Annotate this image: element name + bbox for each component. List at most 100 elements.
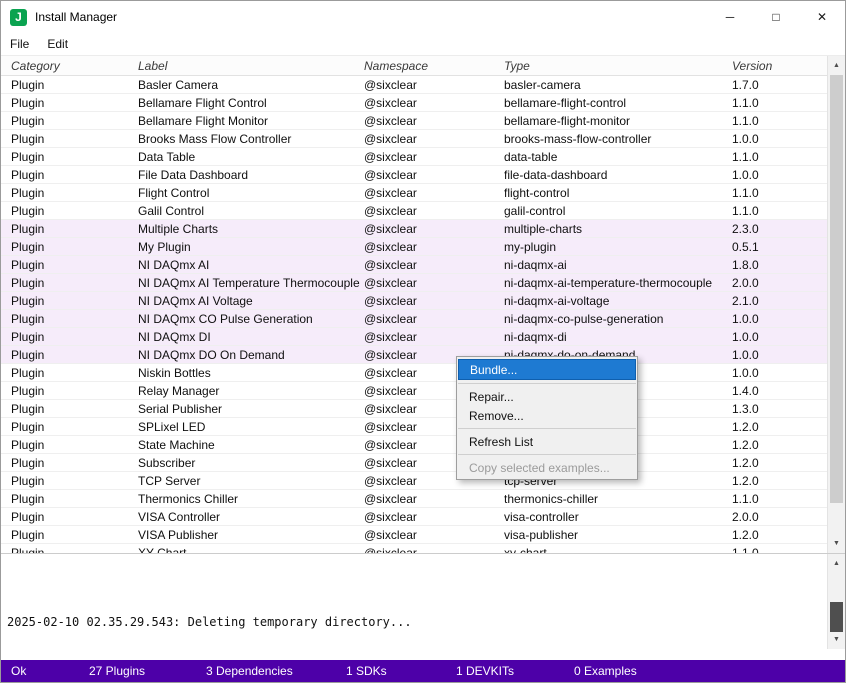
cell-label: Niskin Bottles bbox=[138, 366, 364, 380]
scroll-down-icon[interactable]: ▼ bbox=[828, 535, 845, 552]
cell-label: VISA Publisher bbox=[138, 528, 364, 542]
table-row[interactable]: PluginNI DAQmx AI@sixclearni-daqmx-ai1.8… bbox=[1, 256, 827, 274]
table-row[interactable]: PluginNI DAQmx DO On Demand@sixclearni-d… bbox=[1, 346, 827, 364]
column-header-type[interactable]: Type bbox=[504, 59, 732, 73]
menu-edit[interactable]: Edit bbox=[38, 33, 77, 55]
table-row[interactable]: PluginState Machine@sixclearstate-machin… bbox=[1, 436, 827, 454]
log-output: 2025-02-10 02.35.29.543: Deleting tempor… bbox=[1, 553, 845, 649]
scroll-up-icon[interactable]: ▲ bbox=[828, 555, 845, 572]
status-bar: Ok 27 Plugins 3 Dependencies 1 SDKs 1 DE… bbox=[1, 660, 845, 682]
table-row[interactable]: PluginFile Data Dashboard@sixclearfile-d… bbox=[1, 166, 827, 184]
cell-version: 1.2.0 bbox=[732, 528, 827, 542]
cell-version: 1.1.0 bbox=[732, 546, 827, 554]
cell-namespace: @sixclear bbox=[364, 222, 504, 236]
cell-category: Plugin bbox=[1, 366, 138, 380]
table-scrollbar[interactable]: ▲ ▼ bbox=[827, 56, 845, 553]
table-row[interactable]: PluginXY Chart@sixclearxy-chart1.1.0 bbox=[1, 544, 827, 553]
cell-namespace: @sixclear bbox=[364, 78, 504, 92]
cell-version: 1.0.0 bbox=[732, 348, 827, 362]
cell-label: Galil Control bbox=[138, 204, 364, 218]
cell-type: ni-daqmx-di bbox=[504, 330, 732, 344]
table-row[interactable]: PluginThermonics Chiller@sixclearthermon… bbox=[1, 490, 827, 508]
table-row[interactable]: PluginBrooks Mass Flow Controller@sixcle… bbox=[1, 130, 827, 148]
table-row[interactable]: PluginRelay Manager@sixclearrelay-manage… bbox=[1, 382, 827, 400]
cell-label: NI DAQmx CO Pulse Generation bbox=[138, 312, 364, 326]
cell-label: Subscriber bbox=[138, 456, 364, 470]
cell-label: Serial Publisher bbox=[138, 402, 364, 416]
cell-label: NI DAQmx DO On Demand bbox=[138, 348, 364, 362]
cell-type: data-table bbox=[504, 150, 732, 164]
scroll-up-icon[interactable]: ▲ bbox=[828, 57, 845, 74]
cell-category: Plugin bbox=[1, 132, 138, 146]
cell-version: 0.5.1 bbox=[732, 240, 827, 254]
cell-category: Plugin bbox=[1, 168, 138, 182]
cell-category: Plugin bbox=[1, 276, 138, 290]
table-row[interactable]: PluginMy Plugin@sixclearmy-plugin0.5.1 bbox=[1, 238, 827, 256]
minimize-button[interactable]: ─ bbox=[707, 1, 753, 33]
window-controls: ─ □ ✕ bbox=[707, 1, 845, 33]
table-row[interactable]: PluginNiskin Bottles@sixclearniskin-bott… bbox=[1, 364, 827, 382]
column-header-namespace[interactable]: Namespace bbox=[364, 59, 504, 73]
cell-category: Plugin bbox=[1, 474, 138, 488]
column-header-label[interactable]: Label bbox=[138, 59, 364, 73]
close-button[interactable]: ✕ bbox=[799, 1, 845, 33]
table-row[interactable]: PluginFlight Control@sixclearflight-cont… bbox=[1, 184, 827, 202]
log-line: 2025-02-10 02.35.29.543: Deleting tempor… bbox=[7, 607, 823, 637]
cell-label: TCP Server bbox=[138, 474, 364, 488]
menu-bar: File Edit bbox=[1, 33, 845, 55]
table-row[interactable]: PluginNI DAQmx AI Temperature Thermocoup… bbox=[1, 274, 827, 292]
cell-label: Flight Control bbox=[138, 186, 364, 200]
table-row[interactable]: PluginSPLixel LED@sixclearsplixel-led1.2… bbox=[1, 418, 827, 436]
table-row[interactable]: PluginTCP Server@sixcleartcp-server1.2.0 bbox=[1, 472, 827, 490]
scrollbar-thumb[interactable] bbox=[830, 602, 843, 632]
cell-type: basler-camera bbox=[504, 78, 732, 92]
table-row[interactable]: PluginNI DAQmx AI Voltage@sixclearni-daq… bbox=[1, 292, 827, 310]
menu-item-repair[interactable]: Repair... bbox=[457, 387, 637, 406]
table-row[interactable]: PluginBasler Camera@sixclearbasler-camer… bbox=[1, 76, 827, 94]
scrollbar-thumb[interactable] bbox=[830, 75, 843, 503]
cell-type: ni-daqmx-ai bbox=[504, 258, 732, 272]
table-row[interactable]: PluginMultiple Charts@sixclearmultiple-c… bbox=[1, 220, 827, 238]
column-header-version[interactable]: Version bbox=[732, 59, 827, 73]
window: J Install Manager ─ □ ✕ File Edit Catego… bbox=[0, 0, 846, 683]
menu-item-remove[interactable]: Remove... bbox=[457, 406, 637, 425]
table-row[interactable]: PluginBellamare Flight Control@sixclearb… bbox=[1, 94, 827, 112]
cell-category: Plugin bbox=[1, 204, 138, 218]
cell-type: visa-publisher bbox=[504, 528, 732, 542]
table-row[interactable]: PluginData Table@sixcleardata-table1.1.0 bbox=[1, 148, 827, 166]
menu-file[interactable]: File bbox=[1, 33, 38, 55]
plugin-table: Category Label Namespace Type Version Pl… bbox=[1, 55, 845, 553]
table-row[interactable]: PluginSerial Publisher@sixclearserial-pu… bbox=[1, 400, 827, 418]
cell-version: 1.1.0 bbox=[732, 492, 827, 506]
menu-item-bundle[interactable]: Bundle... bbox=[458, 359, 636, 380]
table-row[interactable]: PluginNI DAQmx CO Pulse Generation@sixcl… bbox=[1, 310, 827, 328]
cell-label: State Machine bbox=[138, 438, 364, 452]
table-row[interactable]: PluginBellamare Flight Monitor@sixclearb… bbox=[1, 112, 827, 130]
table-row[interactable]: PluginGalil Control@sixcleargalil-contro… bbox=[1, 202, 827, 220]
cell-label: File Data Dashboard bbox=[138, 168, 364, 182]
maximize-button[interactable]: □ bbox=[753, 1, 799, 33]
cell-version: 1.3.0 bbox=[732, 402, 827, 416]
scroll-down-icon[interactable]: ▼ bbox=[828, 631, 845, 648]
cell-label: Data Table bbox=[138, 150, 364, 164]
cell-namespace: @sixclear bbox=[364, 312, 504, 326]
cell-type: xy-chart bbox=[504, 546, 732, 554]
log-scrollbar[interactable]: ▲ ▼ bbox=[827, 554, 845, 649]
cell-type: flight-control bbox=[504, 186, 732, 200]
column-header-category[interactable]: Category bbox=[1, 59, 138, 73]
status-examples: 0 Examples bbox=[574, 664, 637, 678]
table-row[interactable]: PluginVISA Publisher@sixclearvisa-publis… bbox=[1, 526, 827, 544]
menu-item-refresh-list[interactable]: Refresh List bbox=[457, 432, 637, 451]
cell-label: VISA Controller bbox=[138, 510, 364, 524]
cell-category: Plugin bbox=[1, 384, 138, 398]
cell-namespace: @sixclear bbox=[364, 546, 504, 554]
table-body: PluginBasler Camera@sixclearbasler-camer… bbox=[1, 76, 827, 553]
cell-version: 2.1.0 bbox=[732, 294, 827, 308]
cell-category: Plugin bbox=[1, 510, 138, 524]
status-dependencies: 3 Dependencies bbox=[206, 664, 293, 678]
table-row[interactable]: PluginSubscriber@sixclearsubscriber1.2.0 bbox=[1, 454, 827, 472]
table-row[interactable]: PluginNI DAQmx DI@sixclearni-daqmx-di1.0… bbox=[1, 328, 827, 346]
cell-label: My Plugin bbox=[138, 240, 364, 254]
cell-version: 1.4.0 bbox=[732, 384, 827, 398]
table-row[interactable]: PluginVISA Controller@sixclearvisa-contr… bbox=[1, 508, 827, 526]
